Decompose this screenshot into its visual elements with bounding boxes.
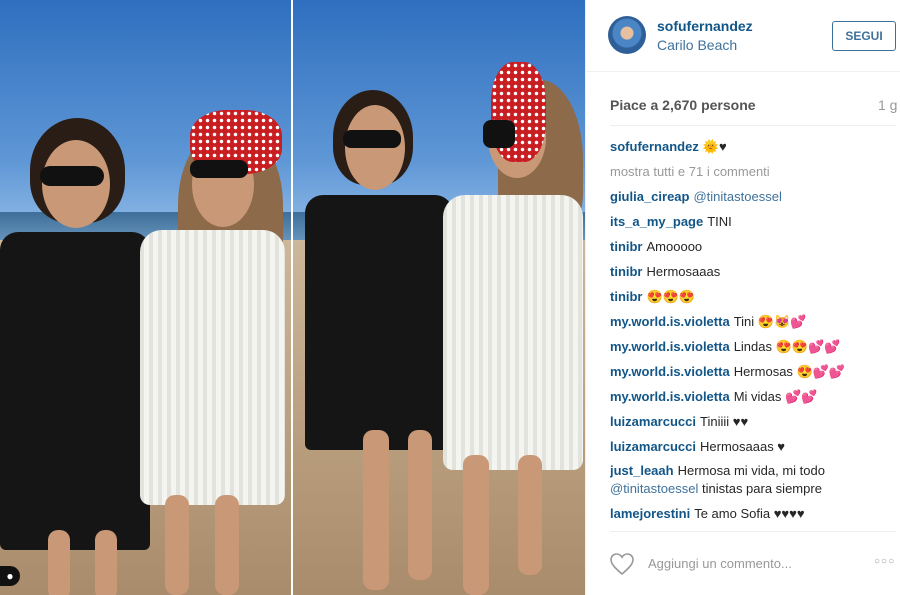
- comment-row: just_leaah Hermosa mi vida, mi todo @tinit…: [610, 459, 890, 501]
- comment-row: its_a_my_page TINI: [610, 209, 890, 234]
- comment-text: Hermosaaas: [646, 264, 721, 279]
- comment-mention-link[interactable]: @tinitastoessel: [610, 481, 698, 496]
- comment-row: luizamarcucci Hermosaaas ♥: [610, 434, 890, 459]
- post-header: sofufernandez Carilo Beach SEGUI: [586, 0, 900, 72]
- comment-text: Amooooo: [646, 239, 703, 254]
- comment-username[interactable]: tinibr: [610, 264, 643, 279]
- comment-username[interactable]: lamejorestini: [610, 506, 690, 521]
- caption-text: 🌞♥: [702, 139, 727, 154]
- comment-row: my.world.is.violetta Tini 😍😻💕: [610, 309, 890, 334]
- follow-button[interactable]: SEGUI: [832, 21, 896, 51]
- comment-text: 😍😍😍: [646, 289, 696, 304]
- comment-row: giulia_cireap @tinitastoessel: [610, 184, 890, 209]
- post-photo[interactable]: ●: [0, 0, 585, 595]
- caption-username[interactable]: sofufernandez: [610, 139, 699, 154]
- comment-username[interactable]: just_leaah: [610, 463, 674, 478]
- comment-text[interactable]: @tinitastoessel: [693, 189, 781, 204]
- comment-username[interactable]: giulia_cireap: [610, 189, 689, 204]
- comment-username[interactable]: my.world.is.violetta: [610, 364, 730, 379]
- comment-username[interactable]: luizamarcucci: [610, 414, 696, 429]
- comment-row: tinibr Hermosaaas: [610, 259, 890, 284]
- comment-text: Te amo Sofia ♥♥♥♥: [694, 506, 805, 521]
- show-all-comments-link[interactable]: mostra tutti e 71 i commenti: [610, 159, 890, 184]
- comment-username[interactable]: my.world.is.violetta: [610, 339, 730, 354]
- comment-username[interactable]: my.world.is.violetta: [610, 389, 730, 404]
- comment-row: my.world.is.violetta Mi vidas 💕💕: [610, 384, 890, 409]
- avatar[interactable]: [608, 16, 646, 54]
- comment-username[interactable]: luizamarcucci: [610, 439, 696, 454]
- comment-row: luizamarcucci Tiniiii ♥♥: [610, 409, 890, 434]
- comment-text: tinistas para siempre: [701, 481, 822, 496]
- post-sidebar: sofufernandez Carilo Beach SEGUI Piace a…: [585, 0, 900, 595]
- likes-count[interactable]: Piace a 2,670 persone: [610, 97, 756, 113]
- comment-text: Hermosas 😍💕💕: [733, 364, 846, 379]
- caption: sofufernandez 🌞♥: [610, 134, 890, 159]
- comment-username[interactable]: tinibr: [610, 239, 643, 254]
- post-time[interactable]: 1 g: [878, 97, 897, 113]
- comments-list: sofufernandez 🌞♥ mostra tutti e 71 i comm…: [610, 134, 890, 526]
- comment-text: Tiniiii ♥♥: [700, 414, 749, 429]
- comment-text: TINI: [707, 214, 732, 229]
- comment-text: Lindas 😍😍💕💕: [733, 339, 841, 354]
- photo-panel-right: [293, 0, 585, 595]
- location-link[interactable]: Carilo Beach: [657, 37, 737, 53]
- comment-username[interactable]: my.world.is.violetta: [610, 314, 730, 329]
- user-tag-icon[interactable]: ●: [0, 566, 20, 586]
- photo-panel-left: [0, 0, 292, 595]
- more-options-icon[interactable]: ○○○: [874, 556, 895, 567]
- comment-username[interactable]: its_a_my_page: [610, 214, 703, 229]
- username-link[interactable]: sofufernandez: [657, 18, 753, 34]
- comment-text: Mi vidas 💕💕: [733, 389, 818, 404]
- comment-row: tinibr Amooooo: [610, 234, 890, 259]
- comment-row: my.world.is.violetta Hermosas 😍💕💕: [610, 359, 890, 384]
- divider: [610, 531, 896, 532]
- comment-username[interactable]: tinibr: [610, 289, 643, 304]
- comment-text: Hermosa mi vida, mi todo: [677, 463, 825, 478]
- comment-row: lamejorestini Te amo Sofia ♥♥♥♥: [610, 501, 890, 526]
- add-comment-input[interactable]: Aggiungi un commento...: [648, 556, 792, 571]
- comment-row: tinibr 😍😍😍: [610, 284, 890, 309]
- comment-row: my.world.is.violetta Lindas 😍😍💕💕: [610, 334, 890, 359]
- comment-text: Tini 😍😻💕: [733, 314, 807, 329]
- comment-text: Hermosaaas ♥: [700, 439, 786, 454]
- divider: [610, 125, 896, 126]
- heart-outline-icon[interactable]: [609, 552, 635, 576]
